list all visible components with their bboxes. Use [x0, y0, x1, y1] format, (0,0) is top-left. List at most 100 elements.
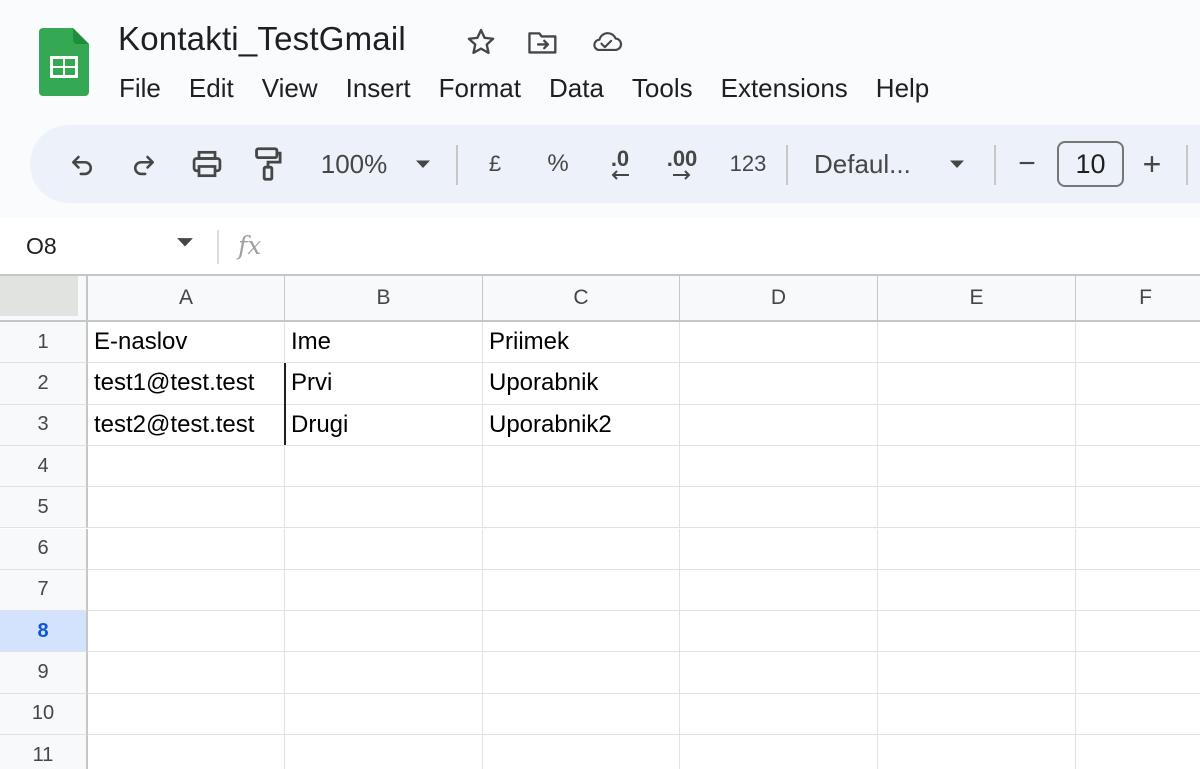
cell-b11[interactable]	[285, 735, 483, 769]
menu-help[interactable]: Help	[862, 68, 943, 108]
cell-c11[interactable]	[483, 735, 680, 769]
column-header-f[interactable]: F	[1076, 276, 1200, 322]
cell-e3[interactable]	[878, 404, 1076, 446]
currency-format-button[interactable]: £	[478, 125, 512, 203]
cell-c10[interactable]	[483, 693, 680, 735]
row-header-7[interactable]: 7	[0, 569, 88, 612]
cell-e4[interactable]	[878, 445, 1076, 488]
cell-d11[interactable]	[680, 735, 878, 769]
increase-decimal-button[interactable]: .00	[658, 125, 706, 203]
menu-view[interactable]: View	[248, 68, 332, 108]
column-header-c[interactable]: C	[483, 276, 680, 322]
column-header-d[interactable]: D	[680, 276, 878, 322]
row-header-8[interactable]: 8	[0, 611, 88, 653]
name-box[interactable]: O8	[26, 218, 57, 274]
cell-a5[interactable]	[88, 487, 285, 529]
row-header-6[interactable]: 6	[0, 528, 88, 570]
row-header-4[interactable]: 4	[0, 445, 88, 488]
chevron-down-icon[interactable]	[176, 236, 194, 248]
cell-d1[interactable]	[680, 322, 878, 364]
cell-f9[interactable]	[1076, 652, 1200, 694]
cell-c8[interactable]	[483, 611, 680, 653]
cell-a9[interactable]	[88, 652, 285, 694]
decrease-font-size-button[interactable]: −	[1012, 125, 1042, 203]
cell-b10[interactable]	[285, 693, 483, 735]
cell-a8[interactable]	[88, 611, 285, 653]
document-title[interactable]: Kontakti_TestGmail	[118, 18, 406, 60]
cell-c1[interactable]: Priimek	[483, 322, 680, 364]
cell-b5[interactable]	[285, 487, 483, 529]
row-header-5[interactable]: 5	[0, 487, 88, 529]
column-header-e[interactable]: E	[878, 276, 1076, 322]
cell-d6[interactable]	[680, 528, 878, 570]
menu-format[interactable]: Format	[425, 68, 535, 108]
cell-d8[interactable]	[680, 611, 878, 653]
decrease-decimal-button[interactable]: .0	[598, 125, 642, 203]
print-icon[interactable]	[185, 125, 229, 203]
cell-c5[interactable]	[483, 487, 680, 529]
cloud-saved-icon[interactable]	[589, 25, 623, 59]
move-to-folder-icon[interactable]	[526, 25, 560, 59]
cell-d3[interactable]	[680, 404, 878, 446]
cell-d5[interactable]	[680, 487, 878, 529]
font-size-input[interactable]: 10	[1057, 141, 1124, 187]
chevron-down-icon[interactable]	[410, 125, 436, 203]
cell-e10[interactable]	[878, 693, 1076, 735]
chevron-down-icon[interactable]	[944, 125, 970, 203]
font-select[interactable]: Defaul...	[814, 125, 924, 203]
cell-e9[interactable]	[878, 652, 1076, 694]
cell-c3[interactable]: Uporabnik2	[483, 404, 680, 446]
cell-e1[interactable]	[878, 322, 1076, 364]
cell-b1[interactable]: Ime	[285, 322, 483, 364]
percent-format-button[interactable]: %	[540, 125, 576, 203]
cell-f6[interactable]	[1076, 529, 1200, 570]
column-header-b[interactable]: B	[285, 276, 483, 322]
cell-a10[interactable]	[88, 693, 285, 735]
paint-format-icon[interactable]	[248, 125, 288, 203]
row-header-3[interactable]: 3	[0, 404, 88, 446]
cell-d9[interactable]	[680, 652, 878, 694]
cell-f2[interactable]	[1076, 363, 1200, 405]
cell-f7[interactable]	[1076, 570, 1200, 612]
cell-a3[interactable]: test2@test.test	[88, 404, 285, 446]
menu-insert[interactable]: Insert	[332, 68, 425, 108]
row-header-1[interactable]: 1	[0, 322, 88, 364]
cell-c4[interactable]	[483, 445, 680, 488]
increase-font-size-button[interactable]: +	[1136, 125, 1168, 203]
cell-a6[interactable]	[88, 528, 285, 570]
cell-e2[interactable]	[878, 363, 1076, 405]
cell-b3[interactable]: Drugi	[285, 404, 483, 446]
cell-e8[interactable]	[878, 611, 1076, 653]
cell-c6[interactable]	[483, 528, 680, 570]
cell-f8[interactable]	[1076, 611, 1200, 653]
menu-edit[interactable]: Edit	[175, 68, 248, 108]
more-formats-button[interactable]: 123	[724, 125, 772, 203]
cell-a7[interactable]	[88, 569, 285, 612]
cell-b8[interactable]	[285, 611, 483, 653]
cell-a4[interactable]	[88, 445, 285, 488]
cell-e6[interactable]	[878, 528, 1076, 570]
column-header-a[interactable]: A	[88, 276, 285, 322]
row-header-10[interactable]: 10	[0, 693, 88, 735]
row-header-2[interactable]: 2	[0, 363, 88, 405]
cell-f11[interactable]	[1076, 735, 1200, 769]
cell-e7[interactable]	[878, 569, 1076, 612]
cell-c2[interactable]: Uporabnik	[483, 363, 680, 405]
cell-b6[interactable]	[285, 528, 483, 570]
cell-a11[interactable]	[88, 735, 285, 769]
cell-f1[interactable]	[1076, 322, 1200, 364]
row-header-11[interactable]: 11	[0, 735, 88, 769]
star-icon[interactable]	[464, 25, 498, 59]
select-all-corner[interactable]	[0, 276, 88, 322]
cell-b4[interactable]	[285, 445, 483, 488]
cell-d2[interactable]	[680, 363, 878, 405]
cell-a1[interactable]: E-naslov	[88, 322, 285, 364]
menu-data[interactable]: Data	[535, 68, 618, 108]
menu-file[interactable]: File	[105, 68, 175, 108]
zoom-select[interactable]: 100%	[314, 125, 394, 203]
menu-tools[interactable]: Tools	[618, 68, 707, 108]
redo-icon[interactable]	[124, 125, 164, 203]
cell-d7[interactable]	[680, 569, 878, 612]
row-header-9[interactable]: 9	[0, 652, 88, 694]
cell-f4[interactable]	[1076, 446, 1200, 488]
